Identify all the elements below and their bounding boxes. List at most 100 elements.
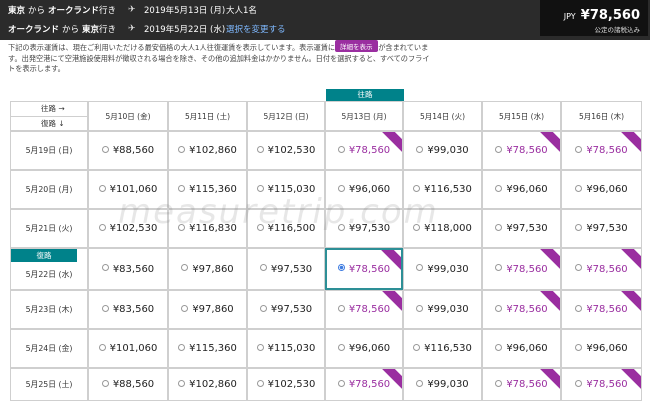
radio-icon[interactable]: [416, 145, 424, 153]
fare-option[interactable]: ¥97,530: [575, 223, 628, 234]
fare-cell[interactable]: ¥96,060: [325, 329, 403, 368]
show-details-badge[interactable]: 詳細を表示: [335, 40, 378, 52]
fare-option[interactable]: ¥97,530: [259, 304, 312, 315]
radio-icon[interactable]: [337, 184, 345, 192]
radio-icon[interactable]: [495, 223, 503, 231]
radio-icon[interactable]: [181, 264, 189, 271]
fare-cell[interactable]: ¥115,360: [168, 170, 247, 209]
fare-cell[interactable]: ¥101,060: [88, 170, 168, 209]
radio-icon[interactable]: [413, 223, 421, 231]
radio-icon[interactable]: [337, 264, 345, 271]
fare-cell[interactable]: ¥78,560: [561, 248, 642, 290]
fare-option[interactable]: ¥97,530: [495, 223, 548, 234]
fare-cell[interactable]: ¥97,530: [482, 209, 561, 248]
fare-cell[interactable]: ¥97,530: [325, 209, 403, 248]
fare-option[interactable]: ¥96,060: [575, 184, 628, 195]
radio-icon[interactable]: [259, 264, 267, 271]
radio-icon[interactable]: [495, 304, 503, 312]
radio-icon[interactable]: [575, 184, 583, 192]
fare-option[interactable]: ¥115,360: [178, 343, 237, 354]
radio-icon[interactable]: [337, 379, 345, 387]
fare-cell[interactable]: ¥97,530: [561, 209, 642, 248]
radio-icon[interactable]: [101, 145, 109, 153]
radio-icon[interactable]: [413, 343, 421, 351]
radio-icon[interactable]: [101, 379, 109, 387]
radio-icon[interactable]: [337, 304, 345, 312]
radio-icon[interactable]: [178, 343, 186, 351]
radio-icon[interactable]: [98, 223, 106, 231]
fare-option[interactable]: ¥115,360: [178, 184, 237, 195]
fare-option[interactable]: ¥102,530: [256, 379, 315, 390]
fare-cell[interactable]: ¥97,860: [168, 290, 247, 329]
radio-icon[interactable]: [575, 264, 583, 271]
fare-cell[interactable]: ¥78,560: [561, 368, 642, 401]
fare-option[interactable]: ¥78,560: [337, 264, 390, 275]
fare-option[interactable]: ¥88,560: [101, 145, 154, 156]
fare-cell[interactable]: ¥115,360: [168, 329, 247, 368]
fare-cell[interactable]: ¥101,060: [88, 329, 168, 368]
fare-cell[interactable]: ¥83,560: [88, 248, 168, 290]
fare-cell[interactable]: ¥115,030: [247, 170, 325, 209]
fare-option[interactable]: ¥78,560: [575, 304, 628, 315]
radio-icon[interactable]: [575, 379, 583, 387]
fare-cell[interactable]: ¥96,060: [561, 170, 642, 209]
radio-icon[interactable]: [256, 223, 264, 231]
fare-option[interactable]: ¥83,560: [101, 304, 154, 315]
fare-option[interactable]: ¥78,560: [575, 379, 628, 390]
radio-icon[interactable]: [416, 379, 424, 387]
radio-icon[interactable]: [256, 343, 264, 351]
fare-option[interactable]: ¥96,060: [495, 184, 548, 195]
fare-cell[interactable]: ¥102,530: [247, 368, 325, 401]
fare-cell[interactable]: ¥78,560: [325, 368, 403, 401]
fare-option[interactable]: ¥116,830: [178, 223, 237, 234]
radio-icon[interactable]: [256, 145, 264, 153]
radio-icon[interactable]: [575, 145, 583, 153]
fare-option[interactable]: ¥115,030: [256, 343, 315, 354]
radio-icon[interactable]: [101, 264, 109, 271]
fare-cell[interactable]: ¥88,560: [88, 131, 168, 170]
radio-icon[interactable]: [495, 343, 503, 351]
change-selection-link[interactable]: 選択を変更する: [226, 23, 286, 35]
fare-cell[interactable]: ¥78,560: [561, 131, 642, 170]
fare-cell[interactable]: ¥96,060: [482, 329, 561, 368]
fare-option[interactable]: ¥78,560: [495, 379, 548, 390]
fare-cell[interactable]: ¥99,030: [403, 248, 482, 290]
fare-option[interactable]: ¥101,060: [98, 343, 157, 354]
fare-option[interactable]: ¥88,560: [101, 379, 154, 390]
fare-cell[interactable]: ¥102,860: [168, 368, 247, 401]
radio-icon[interactable]: [256, 184, 264, 192]
radio-icon[interactable]: [575, 304, 583, 312]
fare-option[interactable]: ¥96,060: [575, 343, 628, 354]
fare-option[interactable]: ¥115,030: [256, 184, 315, 195]
radio-icon[interactable]: [178, 379, 186, 387]
radio-icon[interactable]: [416, 304, 424, 312]
fare-cell[interactable]: ¥116,530: [403, 329, 482, 368]
fare-option[interactable]: ¥83,560: [101, 264, 154, 275]
radio-icon[interactable]: [98, 184, 106, 192]
fare-cell[interactable]: ¥99,030: [403, 290, 482, 329]
radio-icon[interactable]: [98, 343, 106, 351]
fare-cell[interactable]: ¥116,830: [168, 209, 247, 248]
radio-icon[interactable]: [575, 343, 583, 351]
fare-option[interactable]: ¥78,560: [337, 379, 390, 390]
fare-option[interactable]: ¥116,530: [413, 184, 472, 195]
radio-icon[interactable]: [178, 145, 186, 153]
radio-icon[interactable]: [259, 304, 267, 312]
fare-cell[interactable]: ¥78,560: [325, 290, 403, 329]
fare-option[interactable]: ¥99,030: [416, 264, 469, 275]
fare-option[interactable]: ¥116,500: [256, 223, 315, 234]
fare-cell[interactable]: ¥102,530: [247, 131, 325, 170]
fare-option[interactable]: ¥78,560: [575, 264, 628, 275]
fare-option[interactable]: ¥99,030: [416, 145, 469, 156]
radio-icon[interactable]: [495, 264, 503, 271]
fare-cell[interactable]: ¥116,530: [403, 170, 482, 209]
fare-cell[interactable]: ¥115,030: [247, 329, 325, 368]
fare-cell[interactable]: ¥102,530: [88, 209, 168, 248]
fare-cell[interactable]: ¥78,560: [482, 248, 561, 290]
radio-icon[interactable]: [101, 304, 109, 312]
radio-icon[interactable]: [178, 223, 186, 231]
fare-cell[interactable]: ¥78,560: [482, 368, 561, 401]
fare-cell[interactable]: ¥99,030: [403, 131, 482, 170]
fare-cell[interactable]: ¥78,560: [325, 131, 403, 170]
fare-cell[interactable]: ¥97,530: [247, 248, 325, 290]
